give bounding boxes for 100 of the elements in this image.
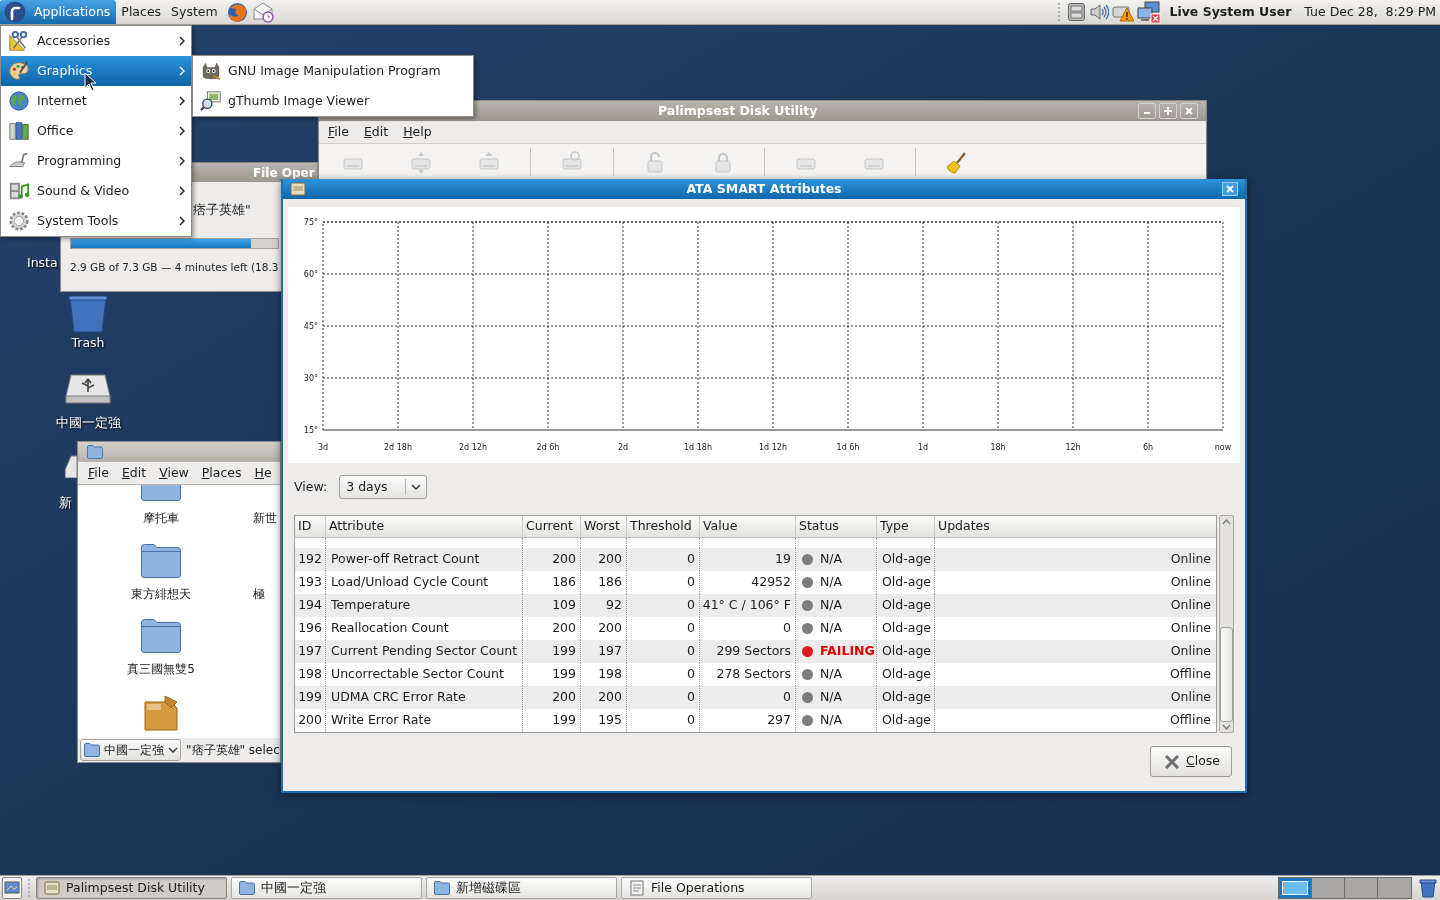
- file-label[interactable]: 新世: [253, 511, 277, 525]
- menu-item[interactable]: Graphics: [1, 56, 191, 86]
- y-tick-label: 60°: [303, 270, 318, 279]
- window-title: Palimpsest Disk Utility: [658, 101, 818, 120]
- workspace[interactable]: [1312, 878, 1345, 898]
- file-name: 痞子英雄": [193, 202, 251, 218]
- logo-icon: [4, 1, 26, 23]
- globe-icon[interactable]: [226, 1, 248, 23]
- desktop-icon-label[interactable]: Trash: [71, 336, 105, 350]
- menu-item[interactable]: Internet: [1, 86, 191, 116]
- package-icon[interactable]: [141, 694, 181, 732]
- table-cell-text: Offline: [1169, 665, 1212, 684]
- menu-item[interactable]: Places: [201, 463, 242, 483]
- folder-icon[interactable]: [140, 542, 182, 579]
- table-cell-text: Online: [1169, 596, 1212, 615]
- file-label[interactable]: 摩托車: [143, 511, 179, 525]
- dialog-title: ATA SMART Attributes: [686, 179, 842, 198]
- table-row[interactable]: 192 Power-off Retract Count 200 200 0 19 N/A Old-age Online: [295, 548, 1216, 571]
- network-error-icon[interactable]: [1137, 1, 1162, 23]
- desktop-icon-label[interactable]: Insta: [27, 256, 58, 270]
- column-header[interactable]: ID: [295, 516, 326, 537]
- column-header[interactable]: Type: [877, 516, 935, 537]
- menu-item[interactable]: Edit: [363, 122, 389, 142]
- column-header[interactable]: Value: [700, 516, 796, 537]
- minimize-button[interactable]: [1138, 103, 1156, 119]
- menu-item[interactable]: Office: [1, 116, 191, 146]
- location-button[interactable]: 中國一定強: [80, 739, 181, 761]
- gear-icon: [8, 210, 30, 232]
- desktop-icon-label[interactable]: 中國一定強: [55, 416, 121, 430]
- close-button[interactable]: Close: [1150, 746, 1232, 777]
- film-note-icon: [8, 180, 30, 202]
- file-label[interactable]: 真三國無雙5: [127, 662, 195, 676]
- column-header[interactable]: Updates: [935, 516, 1216, 537]
- menu-item[interactable]: He: [254, 463, 272, 483]
- table-row[interactable]: 194 Temperature 109 92 0 41° C / 106° F N/A Old-age Online: [295, 594, 1216, 617]
- panel-menu-button[interactable]: Places: [116, 0, 167, 24]
- trash-can-icon[interactable]: [67, 293, 109, 333]
- column-header[interactable]: Worst: [581, 516, 627, 537]
- menu-item[interactable]: File: [328, 122, 349, 142]
- panel-menu-button[interactable]: System: [166, 0, 223, 24]
- close-button[interactable]: [1180, 103, 1198, 119]
- menu-item[interactable]: System Tools: [1, 206, 191, 236]
- desktop-icon-label[interactable]: 新: [59, 496, 72, 510]
- status-text: N/A: [820, 596, 843, 615]
- table-row[interactable]: 199 UDMA CRC Error Rate 200 200 0 0 N/A Old-age Online: [295, 686, 1216, 709]
- column-header[interactable]: Status: [796, 516, 877, 537]
- desktop-icon: [4, 880, 20, 896]
- table-cell: 199: [523, 709, 581, 732]
- folder-icon: [239, 881, 255, 895]
- task-button[interactable]: 新增磁碟區: [426, 877, 617, 899]
- globe-icon: [8, 90, 30, 112]
- task-button[interactable]: Palimpsest Disk Utility: [36, 877, 227, 899]
- speaker-icon[interactable]: [1089, 2, 1110, 22]
- task-button[interactable]: 中國一定強: [231, 877, 422, 899]
- status-text: N/A: [820, 665, 843, 684]
- usb-drive-icon[interactable]: [65, 372, 111, 406]
- chevron-right-icon: [178, 156, 186, 166]
- file-label[interactable]: 東方緋想天: [131, 587, 191, 601]
- table-cell: 195: [581, 709, 627, 732]
- envelope-clock-icon[interactable]: [251, 1, 274, 23]
- y-tick-label: 30°: [303, 374, 318, 383]
- x-tick-label: 1d: [917, 443, 929, 452]
- show-desktop-button[interactable]: [2, 877, 22, 899]
- menu-item[interactable]: File: [88, 463, 109, 483]
- y-tick-label: 15°: [303, 426, 318, 435]
- maximize-button[interactable]: [1159, 103, 1177, 119]
- menu-item[interactable]: GNU Image Manipulation Program: [193, 56, 473, 86]
- x-tick-label: 2d: [617, 443, 629, 452]
- x-tick-label: 6h: [1142, 443, 1154, 452]
- close-icon: [1226, 185, 1234, 193]
- menu-item[interactable]: gThumb Image Viewer: [193, 86, 473, 116]
- menu-item[interactable]: Programming: [1, 146, 191, 176]
- status-text: "痞子英雄" selec: [186, 742, 280, 759]
- column-header[interactable]: Current: [523, 516, 581, 537]
- cabinet-icon[interactable]: [1067, 2, 1087, 22]
- panel-menu-button[interactable]: Applications: [0, 0, 117, 24]
- folder-icon[interactable]: [140, 617, 182, 654]
- menu-item[interactable]: Sound & Video: [1, 176, 191, 206]
- task-button[interactable]: File Operations: [621, 877, 812, 899]
- status-text: N/A: [820, 550, 843, 569]
- menu-item[interactable]: View: [159, 463, 189, 483]
- folder-icon[interactable]: [140, 485, 182, 502]
- menu-item[interactable]: Help: [403, 122, 432, 142]
- close-button[interactable]: [1222, 182, 1238, 196]
- trash-can-icon[interactable]: [1418, 878, 1438, 898]
- column-header[interactable]: Threshold: [627, 516, 700, 537]
- view-select[interactable]: 3 days: [339, 475, 428, 499]
- menu-item[interactable]: Accessories: [1, 26, 191, 56]
- workspace[interactable]: [1279, 878, 1312, 898]
- x-tick-label: 1d 12h: [759, 443, 787, 452]
- table-row[interactable]: 197 Current Pending Sector Count 199 197 0 299 Sectors FAILING Old-age Online: [295, 640, 1216, 663]
- menu-item[interactable]: Edit: [121, 463, 147, 483]
- file-label[interactable]: 極: [253, 587, 265, 601]
- x-tick-label: now: [1214, 443, 1232, 452]
- status-text: N/A: [820, 573, 843, 592]
- workspace[interactable]: [1345, 878, 1378, 898]
- column-header[interactable]: Attribute: [326, 516, 523, 537]
- table-cell-text: Online: [1169, 550, 1212, 569]
- chevron-right-icon: [178, 216, 186, 226]
- status-text: N/A: [820, 711, 843, 730]
